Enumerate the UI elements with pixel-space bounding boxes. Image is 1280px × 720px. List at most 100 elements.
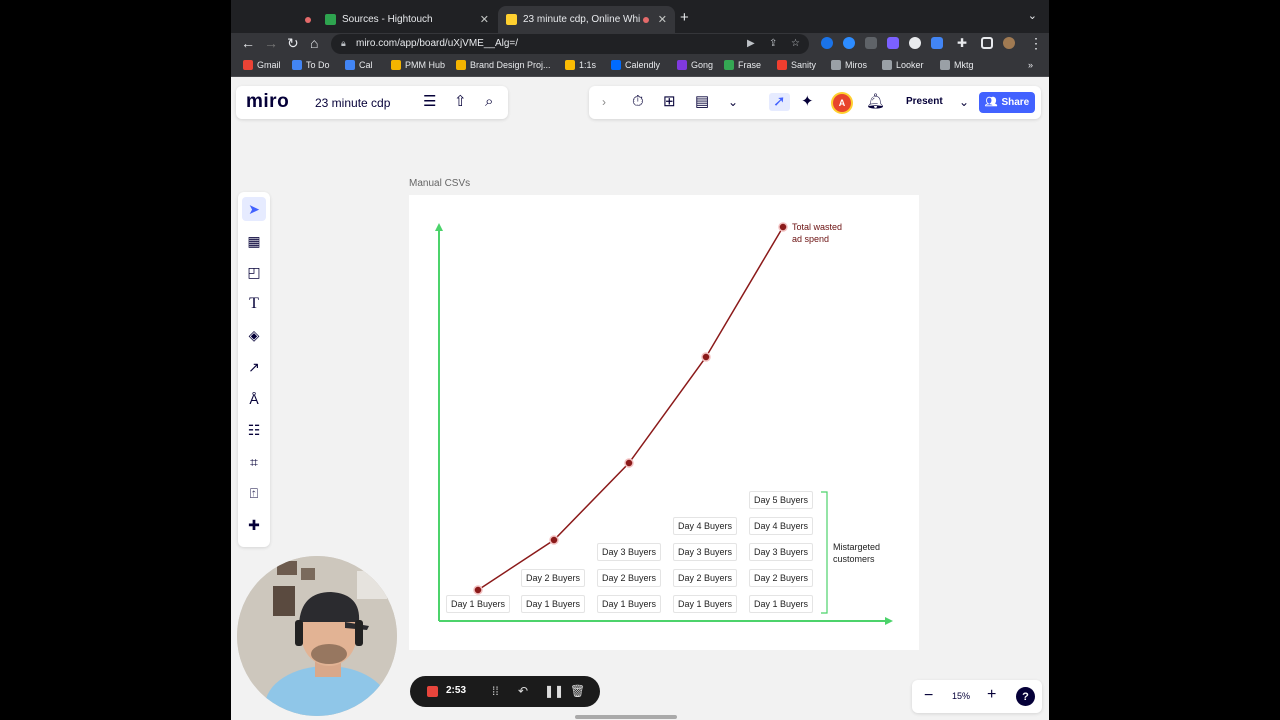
extension-1password-icon[interactable] <box>821 37 833 49</box>
bookmark-item[interactable]: Calendly <box>611 60 660 70</box>
curve-point[interactable] <box>549 535 559 545</box>
more-chevron-icon[interactable]: ⌄ <box>728 93 738 111</box>
side-panel-icon[interactable] <box>981 37 993 49</box>
buyer-sticky[interactable]: Day 1 Buyers <box>673 595 737 613</box>
new-tab-icon[interactable]: + <box>680 9 689 26</box>
bell-icon[interactable]: 🔔︎ <box>866 93 885 111</box>
bookmark-item[interactable]: Frase <box>724 60 761 70</box>
cursor-icon[interactable]: ➚ <box>769 93 790 111</box>
chevron-down-icon[interactable]: ⌄ <box>959 93 969 111</box>
bookmark-item[interactable]: Cal <box>345 60 373 70</box>
timer-icon[interactable]: ⏱ <box>632 93 644 111</box>
buyer-sticky[interactable]: Day 1 Buyers <box>521 595 585 613</box>
camera-icon[interactable]: ▶ <box>747 38 755 49</box>
wasted-spend-curve[interactable] <box>477 226 784 591</box>
upload-icon[interactable]: ⍐ <box>242 481 266 505</box>
buyer-sticky[interactable]: Day 5 Buyers <box>749 491 813 509</box>
frame-title[interactable]: Manual CSVs <box>409 178 470 189</box>
bookmark-item[interactable]: Mktg <box>940 60 974 70</box>
bookmarks-overflow-icon[interactable]: » <box>1028 60 1033 70</box>
webcam-bubble[interactable] <box>237 556 397 716</box>
zoom-level[interactable]: 15% <box>952 691 970 701</box>
forward-icon[interactable]: → <box>264 35 278 51</box>
miro-logo[interactable]: miro <box>246 91 289 113</box>
select-tool-icon[interactable]: ➤ <box>242 197 266 221</box>
bookmark-item[interactable]: 1:1s <box>565 60 596 70</box>
pen-icon[interactable]: Å <box>242 387 266 411</box>
share-button[interactable]: 👥︎ Share <box>979 92 1035 113</box>
text-tool-icon[interactable]: T <box>242 292 266 316</box>
buyer-sticky[interactable]: Day 3 Buyers <box>597 543 661 561</box>
buyer-sticky[interactable]: Day 4 Buyers <box>673 517 737 535</box>
export-icon[interactable]: ⇧ <box>454 93 467 111</box>
bookmark-item[interactable]: Brand Design Proj... <box>456 60 551 70</box>
curve-point[interactable] <box>701 352 711 362</box>
buyer-sticky[interactable]: Day 1 Buyers <box>446 595 510 613</box>
extensions-puzzle-icon[interactable]: ✚ <box>957 35 967 51</box>
board-frame[interactable]: Day 1 Buyers Day 1 Buyers Day 2 Buyers Day … <box>409 195 919 650</box>
extension-icon[interactable] <box>887 37 899 49</box>
avatar[interactable]: A <box>833 94 851 112</box>
bookmark-star-icon[interactable]: ☆ <box>791 38 800 49</box>
chevron-down-icon[interactable]: ⌄ <box>1028 9 1037 22</box>
bookmark-item[interactable]: Miros <box>831 60 867 70</box>
pause-icon[interactable]: ❚❚ <box>544 683 564 699</box>
frame-icon[interactable]: ⌗ <box>242 450 266 474</box>
buyer-sticky[interactable]: Day 4 Buyers <box>749 517 813 535</box>
celebrate-icon[interactable]: ✦ <box>801 93 814 111</box>
tab-hightouch[interactable]: Sources - Hightouch ✕ <box>297 6 497 33</box>
horizontal-scrollbar[interactable] <box>575 715 677 719</box>
templates-icon[interactable]: ▦ <box>242 229 266 253</box>
buyer-sticky[interactable]: Day 3 Buyers <box>673 543 737 561</box>
chevron-right-icon[interactable]: › <box>602 93 606 111</box>
buyer-sticky[interactable]: Day 2 Buyers <box>673 569 737 587</box>
bookmark-item[interactable]: Gong <box>677 60 713 70</box>
delete-icon[interactable]: 🗑︎ <box>570 683 585 699</box>
close-tab-icon[interactable]: ✕ <box>658 13 667 26</box>
reload-icon[interactable]: ↻ <box>287 35 299 51</box>
bookmark-item[interactable]: PMM Hub <box>391 60 445 70</box>
extension-icon[interactable] <box>865 37 877 49</box>
sticky-note-icon[interactable]: ◰ <box>242 260 266 284</box>
drag-handle-icon[interactable]: ⁞⁞ <box>492 683 499 699</box>
bracket-line[interactable] <box>821 491 828 614</box>
buyer-sticky[interactable]: Day 3 Buyers <box>749 543 813 561</box>
zoom-out-icon[interactable]: − <box>924 687 933 705</box>
board-title[interactable]: 23 minute cdp <box>315 96 390 110</box>
buyer-sticky[interactable]: Day 1 Buyers <box>749 595 813 613</box>
browser-menu-icon[interactable]: ⋮ <box>1029 35 1043 51</box>
extension-zoom-icon[interactable] <box>843 37 855 49</box>
help-icon[interactable]: ? <box>1016 687 1035 706</box>
stop-recording-button[interactable] <box>427 686 438 697</box>
x-axis-arrowhead[interactable] <box>885 617 893 625</box>
shapes-icon[interactable]: ◈ <box>242 323 266 347</box>
comment-icon[interactable]: ☷ <box>242 418 266 442</box>
connector-arrow-icon[interactable]: ↗ <box>242 355 266 379</box>
bookmark-item[interactable]: Gmail <box>243 60 281 70</box>
buyer-sticky[interactable]: Day 1 Buyers <box>597 595 661 613</box>
profile-avatar[interactable] <box>1003 37 1015 49</box>
curve-point[interactable] <box>778 222 788 232</box>
back-icon[interactable]: ← <box>241 35 255 51</box>
mistargeted-label[interactable]: Mistargeted customers <box>833 541 880 565</box>
curve-point[interactable] <box>473 585 483 595</box>
more-apps-icon[interactable]: ✚ <box>242 513 266 537</box>
zoom-in-icon[interactable]: + <box>987 686 996 704</box>
curve-point[interactable] <box>624 458 634 468</box>
bookmark-item[interactable]: Looker <box>882 60 924 70</box>
search-icon[interactable]: ⌕ <box>485 93 493 111</box>
notes-icon[interactable]: ▤ <box>695 93 709 111</box>
buyer-sticky[interactable]: Day 2 Buyers <box>521 569 585 587</box>
extension-icon[interactable] <box>931 37 943 49</box>
bookmark-item[interactable]: To Do <box>292 60 330 70</box>
menu-icon[interactable]: ☰ <box>423 93 436 111</box>
tab-miro[interactable]: 23 minute cdp, Online Whi ✕ <box>498 6 675 33</box>
restart-icon[interactable]: ↶ <box>518 683 528 699</box>
buyer-sticky[interactable]: Day 2 Buyers <box>749 569 813 587</box>
address-bar[interactable]: 🔒︎ miro.com/app/board/uXjVME__Alg=/ ▶ ⇪ … <box>331 34 809 54</box>
wasted-spend-label[interactable]: Total wasted ad spend <box>792 221 842 245</box>
present-button[interactable]: Present <box>906 96 943 107</box>
bookmark-item[interactable]: Sanity <box>777 60 816 70</box>
y-axis-arrowhead[interactable] <box>435 223 443 231</box>
close-tab-icon[interactable]: ✕ <box>480 13 489 26</box>
